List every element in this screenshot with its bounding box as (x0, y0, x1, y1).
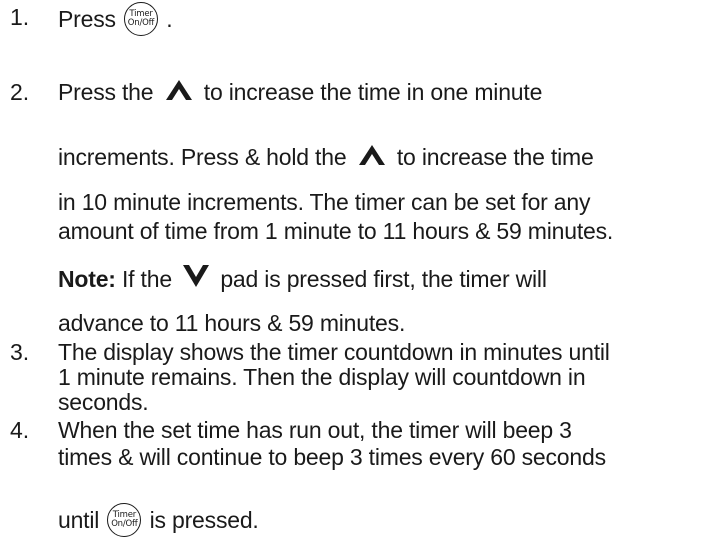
step-2-number: 2. (10, 79, 30, 105)
up-arrow-icon (357, 142, 387, 171)
note-label: Note: (58, 266, 116, 292)
step-3-number: 3. (10, 339, 30, 365)
step-3-line-1: The display shows the timer countdown in… (58, 339, 610, 365)
step-4-line-3-before: until (58, 507, 100, 534)
step-2-text-after-up: to increase the time in one minute (203, 79, 543, 105)
down-arrow-icon (182, 264, 210, 293)
timer-button-bottom-label: On/Off (127, 18, 155, 28)
step-4-line-2: times & will continue to beep 3 times ev… (58, 444, 606, 470)
step-2-note-line-2: advance to 11 hours & 59 minutes. (58, 310, 406, 336)
step-2-line-2-before: increments. Press & hold the (58, 144, 347, 170)
step-2-line-1: Press the to increase the time in one mi… (58, 79, 542, 108)
step-4-line-1: When the set time has run out, the timer… (58, 417, 572, 443)
timer-on-off-button-icon: Timer On/Off (124, 2, 158, 36)
step-3-line-2: 1 minute remains. Then the display will … (58, 364, 586, 390)
step-2-line-4: amount of time from 1 minute to 11 hours… (58, 218, 614, 244)
step-4-line-3: until Timer On/Off is pressed. (58, 503, 259, 539)
step-2-line-2: increments. Press & hold the to increase… (58, 144, 594, 173)
step-2-line-3: in 10 minute increments. The timer can b… (58, 189, 591, 215)
step-3-line-3: seconds. (58, 389, 149, 415)
step-2-text-before-up: Press the (58, 79, 154, 105)
note-text-before-down: If the (121, 266, 172, 292)
timer-button-bottom-label: On/Off (111, 519, 138, 529)
note-text-after-down: pad is pressed first, the timer will (220, 266, 547, 292)
step-1-number: 1. (10, 4, 30, 30)
up-arrow-icon (164, 77, 194, 106)
step-1-line-1: Press Timer On/Off . (58, 2, 173, 38)
step-4-line-3-after: is pressed. (149, 507, 259, 534)
step-2-line-2-after: to increase the time (396, 144, 594, 170)
step-4-number: 4. (10, 417, 30, 443)
step-1-text-before: Press (58, 6, 116, 33)
step-1-text-after: . (160, 6, 173, 33)
step-2-note-line-1: Note: If the pad is pressed first, the t… (58, 264, 547, 295)
timer-on-off-button-icon: Timer On/Off (107, 503, 142, 537)
